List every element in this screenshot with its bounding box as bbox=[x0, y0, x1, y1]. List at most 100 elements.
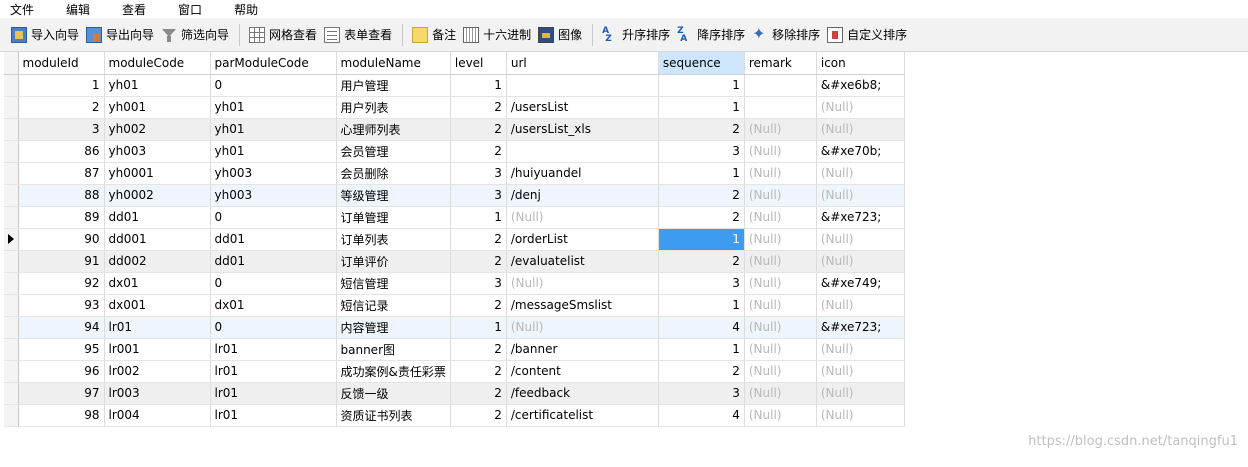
cell-level[interactable]: 1 bbox=[450, 74, 507, 97]
table-row[interactable]: 87 yh0001 yh003 会员删除 3/huiyuandel 1 (Null) (Nul… bbox=[4, 162, 905, 185]
row-indicator[interactable] bbox=[4, 74, 19, 97]
cell-remark[interactable]: (Null) bbox=[744, 338, 817, 361]
column-header-icon[interactable]: icon bbox=[816, 52, 905, 75]
cell-sequence[interactable]: 3 bbox=[658, 140, 745, 163]
cell-moduleId[interactable]: 91 bbox=[18, 250, 105, 273]
cell-level[interactable]: 3 bbox=[450, 272, 507, 295]
cell-moduleName[interactable]: 订单评价 bbox=[336, 250, 451, 273]
cell-moduleCode[interactable]: yh0001 bbox=[104, 162, 211, 185]
cell-level[interactable]: 1 bbox=[450, 206, 507, 229]
cell-moduleId[interactable]: 87 bbox=[18, 162, 105, 185]
cell-icon[interactable]: (Null) bbox=[816, 404, 905, 427]
cell-moduleName[interactable]: 心理师列表 bbox=[336, 118, 451, 141]
cell-moduleId[interactable]: 93 bbox=[18, 294, 105, 317]
row-indicator[interactable] bbox=[4, 294, 19, 317]
cell-url[interactable]: /messageSmslist bbox=[506, 294, 659, 317]
cell-icon[interactable]: &#xe723; bbox=[816, 206, 905, 229]
cell-icon[interactable]: (Null) bbox=[816, 294, 905, 317]
cell-moduleId[interactable]: 86 bbox=[18, 140, 105, 163]
cell-moduleCode[interactable]: lr002 bbox=[104, 360, 211, 383]
table-row[interactable]: 86 yh003 yh01 会员管理 2 3 (Null) &#xe70b; bbox=[4, 140, 905, 163]
row-indicator[interactable] bbox=[4, 96, 19, 119]
cell-moduleId[interactable]: 1 bbox=[18, 74, 105, 97]
cell-url[interactable]: /banner bbox=[506, 338, 659, 361]
row-indicator[interactable] bbox=[4, 382, 19, 405]
cell-moduleId[interactable]: 97 bbox=[18, 382, 105, 405]
row-indicator[interactable] bbox=[4, 184, 19, 207]
column-header-parModuleCode[interactable]: parModuleCode bbox=[210, 52, 337, 75]
cell-moduleName[interactable]: 会员管理 bbox=[336, 140, 451, 163]
cell-parModuleCode[interactable]: 0 bbox=[210, 74, 337, 97]
row-indicator[interactable] bbox=[4, 338, 19, 361]
cell-remark[interactable]: (Null) bbox=[744, 162, 817, 185]
cell-level[interactable]: 1 bbox=[450, 316, 507, 339]
cell-parModuleCode[interactable]: lr01 bbox=[210, 338, 337, 361]
cell-icon[interactable]: &#xe749; bbox=[816, 272, 905, 295]
row-indicator[interactable] bbox=[4, 162, 19, 185]
cell-remark[interactable]: (Null) bbox=[744, 184, 817, 207]
cell-parModuleCode[interactable]: yh01 bbox=[210, 118, 337, 141]
table-row[interactable]: 2 yh001 yh01 用户列表 2/usersList 1 (Null) bbox=[4, 96, 905, 119]
cell-sequence[interactable]: 1 bbox=[658, 74, 745, 97]
grid-view-button[interactable]: 网格查看 bbox=[246, 23, 320, 47]
cell-sequence[interactable]: 2 bbox=[658, 250, 745, 273]
cell-moduleName[interactable]: 用户管理 bbox=[336, 74, 451, 97]
cell-sequence[interactable]: 3 bbox=[658, 382, 745, 405]
cell-sequence[interactable]: 1 bbox=[658, 338, 745, 361]
cell-url[interactable]: (Null) bbox=[506, 272, 659, 295]
table-row[interactable]: 95 lr001 lr01 banner图 2/banner 1 (Null) (Null) bbox=[4, 338, 905, 361]
cell-moduleCode[interactable]: dd01 bbox=[104, 206, 211, 229]
cell-remark[interactable]: (Null) bbox=[744, 228, 817, 251]
cell-parModuleCode[interactable]: dx01 bbox=[210, 294, 337, 317]
cell-level[interactable]: 2 bbox=[450, 382, 507, 405]
cell-remark[interactable]: (Null) bbox=[744, 382, 817, 405]
cell-level[interactable]: 2 bbox=[450, 118, 507, 141]
cell-level[interactable]: 2 bbox=[450, 404, 507, 427]
menu-edit[interactable]: 编辑 bbox=[66, 1, 90, 18]
cell-moduleCode[interactable]: lr003 bbox=[104, 382, 211, 405]
cell-moduleId[interactable]: 94 bbox=[18, 316, 105, 339]
cell-url[interactable]: /content bbox=[506, 360, 659, 383]
cell-parModuleCode[interactable]: 0 bbox=[210, 272, 337, 295]
cell-icon[interactable]: &#xe70b; bbox=[816, 140, 905, 163]
cell-icon[interactable]: &#xe6b8; bbox=[816, 74, 905, 97]
cell-moduleName[interactable]: 订单管理 bbox=[336, 206, 451, 229]
cell-remark[interactable]: (Null) bbox=[744, 360, 817, 383]
cell-level[interactable]: 2 bbox=[450, 338, 507, 361]
table-row[interactable]: 91 dd002 dd01 订单评价 2/evaluatelist 2 (Null) (Nul… bbox=[4, 250, 905, 273]
cell-parModuleCode[interactable]: yh003 bbox=[210, 162, 337, 185]
column-header-moduleName[interactable]: moduleName bbox=[336, 52, 451, 75]
cell-level[interactable]: 2 bbox=[450, 96, 507, 119]
row-indicator[interactable] bbox=[4, 206, 19, 229]
cell-icon[interactable]: (Null) bbox=[816, 250, 905, 273]
cell-sequence[interactable]: 1 bbox=[658, 228, 745, 251]
cell-moduleCode[interactable]: dd002 bbox=[104, 250, 211, 273]
column-header-remark[interactable]: remark bbox=[744, 52, 817, 75]
cell-icon[interactable]: &#xe723; bbox=[816, 316, 905, 339]
cell-url[interactable]: /orderList bbox=[506, 228, 659, 251]
cell-moduleCode[interactable]: dx001 bbox=[104, 294, 211, 317]
cell-level[interactable]: 2 bbox=[450, 360, 507, 383]
table-row[interactable]: 98 lr004 lr01 资质证书列表 2/certificatelist 4 (Null… bbox=[4, 404, 905, 427]
cell-level[interactable]: 2 bbox=[450, 228, 507, 251]
cell-remark[interactable]: (Null) bbox=[744, 316, 817, 339]
cell-url[interactable] bbox=[506, 140, 659, 163]
cell-moduleCode[interactable]: yh002 bbox=[104, 118, 211, 141]
cell-sequence[interactable]: 4 bbox=[658, 404, 745, 427]
cell-parModuleCode[interactable]: yh003 bbox=[210, 184, 337, 207]
cell-moduleName[interactable]: 资质证书列表 bbox=[336, 404, 451, 427]
cell-moduleId[interactable]: 89 bbox=[18, 206, 105, 229]
cell-moduleId[interactable]: 2 bbox=[18, 96, 105, 119]
menu-file[interactable]: 文件 bbox=[10, 1, 34, 18]
column-header-moduleId[interactable]: moduleId bbox=[18, 52, 105, 75]
cell-level[interactable]: 3 bbox=[450, 184, 507, 207]
cell-parModuleCode[interactable]: 0 bbox=[210, 316, 337, 339]
cell-url[interactable]: /feedback bbox=[506, 382, 659, 405]
table-row[interactable]: 88 yh0002 yh003 等级管理 3/denj 2 (Null) (Null) bbox=[4, 184, 905, 207]
row-indicator[interactable] bbox=[4, 250, 19, 273]
cell-parModuleCode[interactable]: lr01 bbox=[210, 360, 337, 383]
cell-parModuleCode[interactable]: 0 bbox=[210, 206, 337, 229]
cell-remark[interactable] bbox=[744, 96, 817, 119]
cell-level[interactable]: 2 bbox=[450, 140, 507, 163]
cell-remark[interactable]: (Null) bbox=[744, 272, 817, 295]
